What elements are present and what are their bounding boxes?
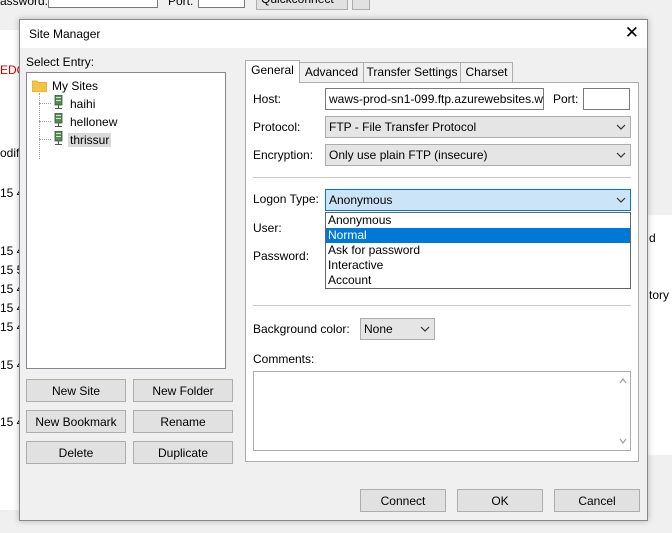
chevron-down-icon (616, 152, 626, 158)
rename-button[interactable]: Rename (133, 410, 233, 433)
logon-option-interactive[interactable]: Interactive (326, 258, 630, 273)
server-icon (54, 95, 63, 109)
duplicate-button[interactable]: Duplicate (133, 441, 233, 464)
tab-general[interactable]: General (245, 60, 300, 83)
port-label: Port: (553, 92, 579, 106)
logon-type-select[interactable]: Anonymous (325, 189, 631, 211)
folder-icon (32, 80, 47, 92)
scroll-up-icon[interactable] (619, 377, 627, 385)
background-color-select[interactable]: None (360, 318, 435, 340)
ok-button[interactable]: OK (457, 489, 543, 512)
background-color-value: None (364, 322, 393, 336)
background-color-label: Background color: (253, 322, 350, 336)
close-icon[interactable]: ✕ (625, 23, 639, 43)
site-manager-dialog: Site Manager ✕ Select Entry: My Sites ha… (19, 19, 648, 521)
logon-option-account[interactable]: Account (326, 273, 630, 288)
cancel-button[interactable]: Cancel (554, 489, 640, 512)
tab-transfer-settings[interactable]: Transfer Settings (363, 62, 461, 82)
scroll-down-icon[interactable] (619, 437, 627, 445)
logon-type-label: Logon Type: (253, 192, 319, 206)
tree-item-haihi[interactable]: haihi (70, 97, 95, 111)
bg-password-input[interactable] (48, 0, 158, 8)
host-label: Host: (253, 92, 282, 106)
password-label: Password: (253, 249, 310, 263)
encryption-select-value: Only use plain FTP (insecure) (329, 148, 488, 162)
bg-password-label: assword: (0, 0, 49, 8)
logon-option-anonymous[interactable]: Anonymous (326, 213, 630, 228)
server-icon (54, 113, 63, 127)
connect-button[interactable]: Connect (360, 489, 446, 512)
comments-label: Comments: (253, 352, 315, 366)
dialog-title: Site Manager (29, 27, 101, 41)
tab-charset[interactable]: Charset (460, 62, 513, 82)
tree-item-thrissur[interactable]: thrissur (68, 133, 112, 147)
protocol-select-value: FTP - File Transfer Protocol (329, 120, 477, 134)
dialog-titlebar[interactable]: Site Manager ✕ (20, 20, 647, 48)
delete-button[interactable]: Delete (26, 441, 126, 464)
new-folder-button[interactable]: New Folder (133, 379, 233, 402)
port-input[interactable] (583, 88, 630, 110)
new-bookmark-button[interactable]: New Bookmark (26, 410, 126, 433)
site-tree[interactable]: My Sites haihi hellonew thrissur (26, 72, 226, 369)
chevron-down-icon (420, 326, 430, 332)
bg-port-label: Port: (168, 0, 194, 8)
tree-connector (39, 139, 51, 140)
chevron-down-icon (616, 124, 626, 130)
logon-option-ask-for-password[interactable]: Ask for password (326, 243, 630, 258)
bg-quickconnect-dropdown[interactable] (352, 0, 370, 10)
new-site-button[interactable]: New Site (26, 379, 126, 402)
server-icon (54, 131, 63, 145)
logon-option-normal[interactable]: Normal (326, 228, 630, 243)
protocol-select[interactable]: FTP - File Transfer Protocol (325, 116, 631, 138)
logon-type-select-value: Anonymous (329, 193, 393, 207)
separator (253, 305, 631, 306)
logon-type-dropdown: Anonymous Normal Ask for password Intera… (325, 212, 631, 289)
separator (253, 177, 631, 178)
tree-connector (39, 103, 51, 104)
tab-advanced[interactable]: Advanced (299, 62, 364, 82)
background-remote-pane (648, 215, 672, 455)
comments-textarea[interactable] (253, 371, 631, 451)
tree-root-my-sites[interactable]: My Sites (52, 79, 98, 93)
select-entry-label: Select Entry: (26, 55, 95, 69)
host-input[interactable]: waws-prod-sn1-099.ftp.azurewebsites.wind… (325, 88, 544, 110)
bg-right-text: tory (649, 288, 670, 302)
tree-item-hellonew[interactable]: hellonew (70, 115, 117, 129)
background-toolbar: assword: Port: Quickconnect (0, 0, 672, 12)
tree-connector (39, 121, 51, 122)
encryption-label: Encryption: (253, 148, 314, 162)
encryption-select[interactable]: Only use plain FTP (insecure) (325, 144, 631, 166)
bg-right-text: d (649, 231, 656, 245)
bg-port-input[interactable] (198, 0, 245, 8)
chevron-down-icon (616, 197, 626, 203)
protocol-label: Protocol: (253, 120, 301, 134)
bg-quickconnect-button[interactable]: Quickconnect (256, 0, 348, 10)
user-label: User: (253, 221, 282, 235)
